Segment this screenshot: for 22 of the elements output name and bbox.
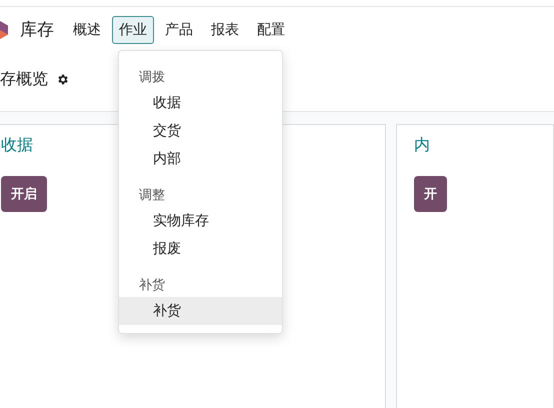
section-header: 调整	[138, 187, 166, 205]
menu-item[interactable]: 交货	[119, 117, 282, 145]
menu-item[interactable]: 补货	[119, 297, 282, 325]
nav-menu-item[interactable]: 作业	[112, 16, 154, 44]
open-button[interactable]: 开	[414, 176, 447, 212]
app-title[interactable]: 库存	[20, 18, 54, 41]
menu-item[interactable]: 实物库存	[119, 207, 282, 235]
page-title: 存概览	[0, 69, 48, 90]
nav-menu-item[interactable]: 产品	[158, 16, 200, 44]
menu-item[interactable]: 内部	[119, 145, 282, 173]
menu-item[interactable]: 收据	[119, 89, 282, 117]
menu-item[interactable]: 报废	[119, 235, 282, 263]
section-header: 调拨	[138, 69, 166, 87]
logo-icon	[0, 20, 8, 38]
card-title[interactable]: 内	[414, 135, 430, 156]
nav-menu-item[interactable]: 概述	[66, 16, 108, 44]
card-title[interactable]: 收据	[1, 135, 33, 156]
open-button[interactable]: 开启	[1, 176, 47, 212]
nav-menu-item[interactable]: 配置	[250, 16, 292, 44]
gear-icon[interactable]	[56, 73, 69, 86]
nav-menu-item[interactable]: 报表	[204, 16, 246, 44]
section-header: 补货	[138, 277, 166, 295]
